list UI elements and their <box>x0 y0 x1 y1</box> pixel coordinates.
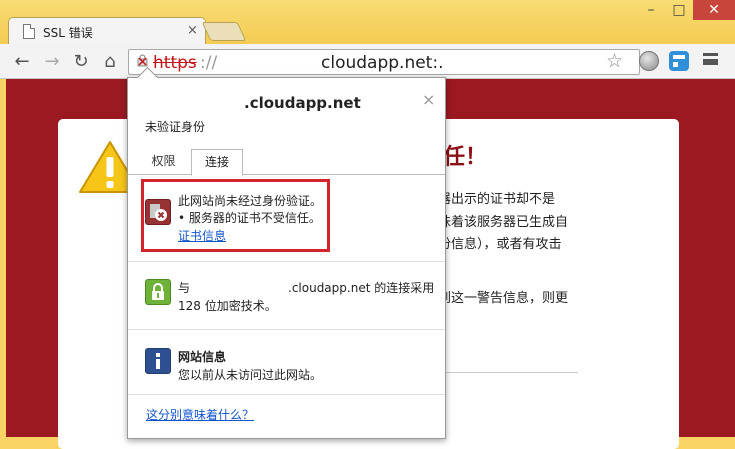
minimize-button[interactable]: – <box>637 0 665 20</box>
identity-line-2: • 服务器的证书不受信任。 <box>178 211 321 225</box>
help-link[interactable]: 这分别意味着什么？ <box>146 406 254 423</box>
new-tab-button[interactable] <box>201 22 247 41</box>
url-host: cloudapp.net:. <box>321 53 444 73</box>
section-divider <box>128 261 445 262</box>
browser-toolbar: ← → ↻ ⌂ https :// cloudapp.net:. ☆ <box>0 44 735 79</box>
identity-status: 未验证身份 <box>145 120 206 134</box>
error-text-line: 味着该服务器已生成自 <box>438 215 569 230</box>
site-info-popup: .cloudapp.net × 未验证身份 权限 连接 此网站尚未经过身份验证。… <box>127 66 446 439</box>
divider <box>438 372 578 373</box>
popup-tabs: 权限 连接 <box>128 149 445 176</box>
tab-close-icon[interactable]: × <box>187 23 198 38</box>
reload-button[interactable]: ↻ <box>70 51 92 73</box>
lock-secure-icon <box>145 279 171 305</box>
connection-prefix: 与 <box>178 281 191 295</box>
info-icon <box>145 348 171 374</box>
back-button[interactable]: ← <box>11 51 33 73</box>
menu-icon[interactable] <box>703 53 718 65</box>
address-bar[interactable]: https :// cloudapp.net:. ☆ <box>128 49 640 75</box>
connection-encryption: 128 位加密技术。 <box>178 299 277 313</box>
error-text-line: 器出示的证书却不是 <box>438 192 556 207</box>
tabs-divider <box>128 174 445 175</box>
tab-connection[interactable]: 连接 <box>191 149 243 176</box>
extension-icon[interactable] <box>669 51 689 71</box>
section-divider <box>128 329 445 330</box>
identity-line-1: 此网站尚未经过身份验证。 <box>178 194 323 208</box>
close-window-button[interactable]: ✕ <box>693 0 735 20</box>
star-icon[interactable]: ☆ <box>606 50 623 72</box>
document-icon <box>23 24 35 39</box>
certificate-info-link[interactable]: 证书信息 <box>178 227 226 244</box>
title-bar: SSL 错误 × – □ ✕ <box>0 0 735 46</box>
maximize-button[interactable]: □ <box>665 0 693 20</box>
home-button[interactable]: ⌂ <box>99 51 121 73</box>
site-info-title: 网站信息 <box>178 350 227 364</box>
popup-close-icon[interactable]: × <box>422 90 435 109</box>
error-title: 任！ <box>443 145 488 170</box>
error-text-line: 到这一警告信息，则更 <box>438 291 569 306</box>
tab-permissions[interactable]: 权限 <box>141 149 186 174</box>
identity-error-icon <box>145 199 171 225</box>
forward-button[interactable]: → <box>41 51 63 73</box>
site-info-text: 您以前从未访问过此网站。 <box>178 368 323 382</box>
tab-title: SSL 错误 <box>43 26 93 40</box>
globe-icon[interactable] <box>639 51 659 71</box>
popup-hostname: .cloudapp.net <box>244 94 361 112</box>
url-scheme: https <box>153 53 197 73</box>
lock-error-icon[interactable] <box>137 54 148 67</box>
connection-host: .cloudapp.net 的连接采用 <box>288 281 435 295</box>
section-divider <box>128 394 445 395</box>
url-separator: :// <box>200 53 218 73</box>
error-text-line: 份信息），或者有攻击 <box>438 237 562 252</box>
browser-tab[interactable]: SSL 错误 × <box>8 17 206 46</box>
